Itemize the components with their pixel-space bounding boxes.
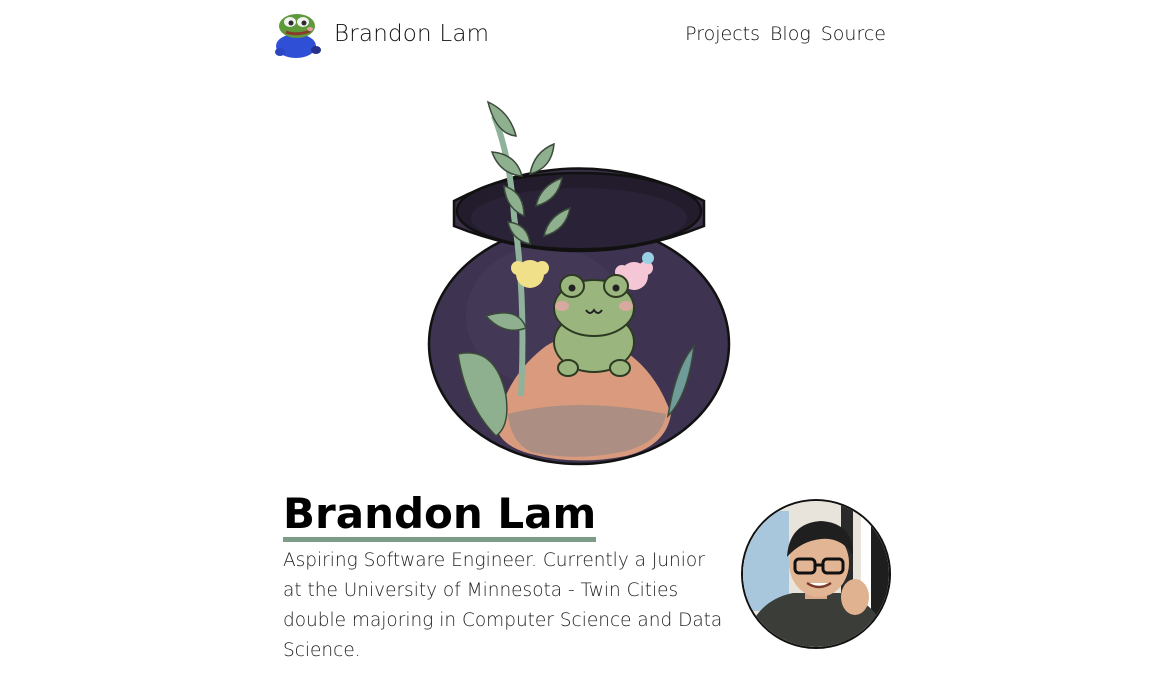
home-link[interactable]: Brandon Lam bbox=[272, 10, 489, 58]
pepe-frog-logo-icon bbox=[272, 10, 322, 58]
nav-link-projects[interactable]: Projects bbox=[685, 23, 760, 45]
nav-link-blog[interactable]: Blog bbox=[770, 23, 811, 45]
main-nav: Projects Blog Source bbox=[685, 23, 886, 45]
intro-section: Brandon Lam Aspiring Software Engineer. … bbox=[283, 490, 723, 666]
profile-photo-icon bbox=[743, 501, 889, 647]
bio-text: Aspiring Software Engineer. Currently a … bbox=[283, 550, 723, 662]
site-header: Brandon Lam Projects Blog Source bbox=[272, 10, 886, 58]
avatar bbox=[741, 499, 891, 649]
brand-name: Brandon Lam bbox=[334, 21, 490, 47]
page-title: Brandon Lam bbox=[283, 490, 597, 543]
frog-terrarium-illustration bbox=[426, 96, 732, 468]
nav-link-source[interactable]: Source bbox=[821, 23, 886, 45]
